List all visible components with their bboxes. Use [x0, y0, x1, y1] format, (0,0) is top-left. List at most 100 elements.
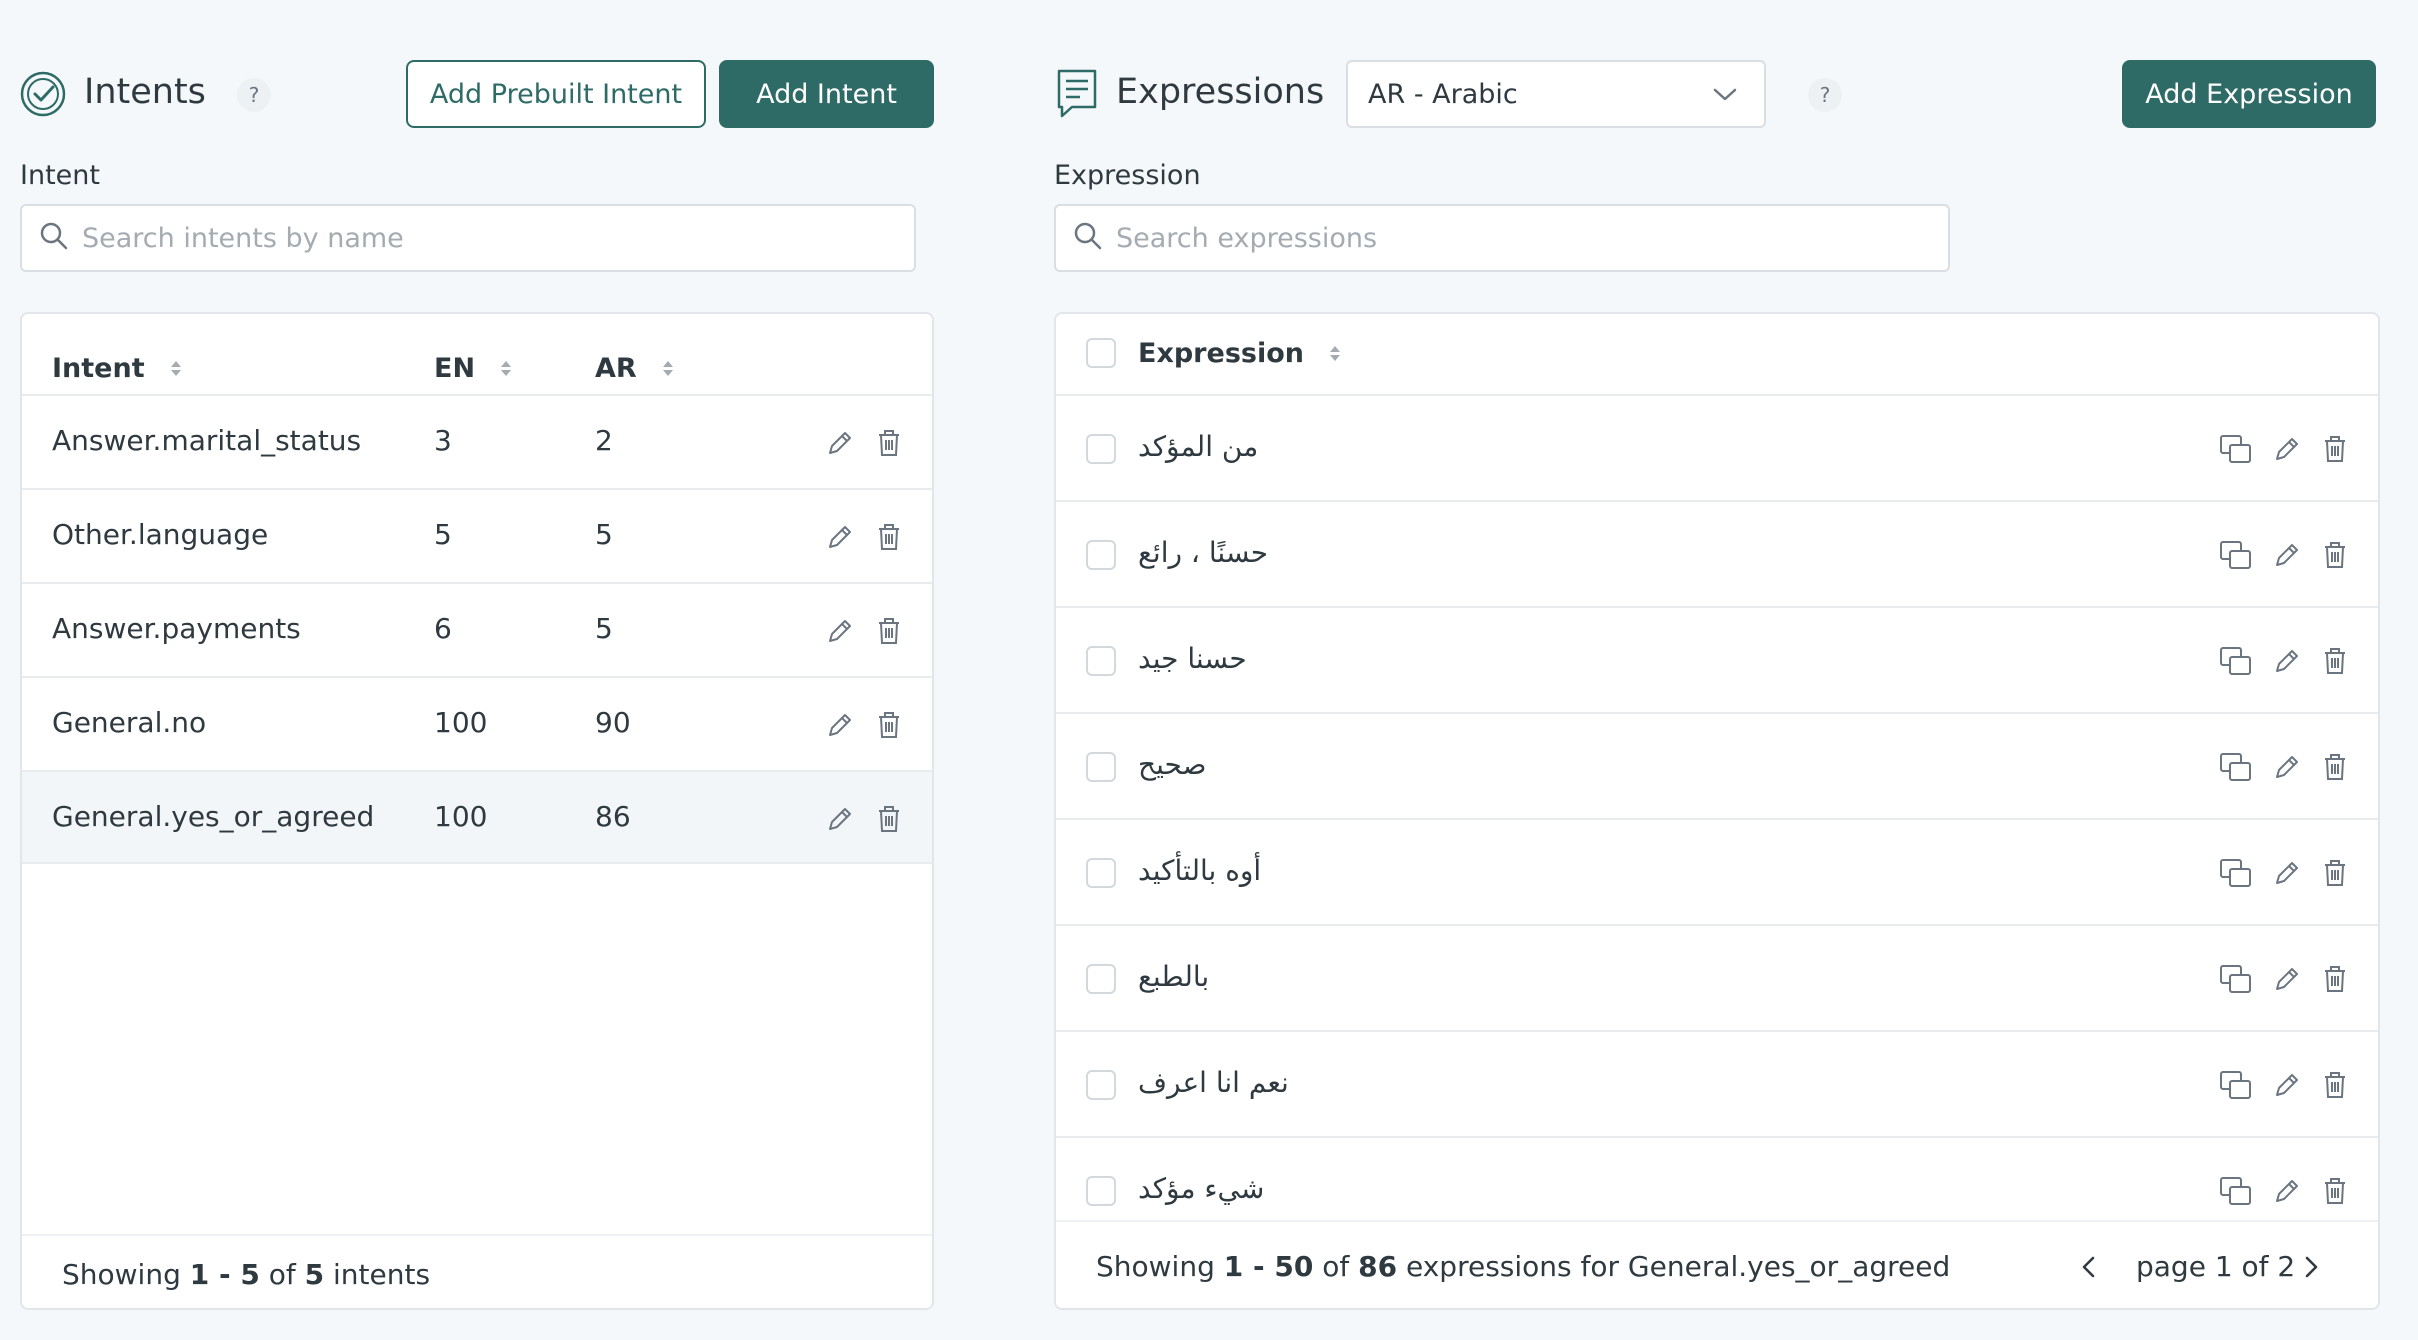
expressions-table: Expression من المؤكد حسنًا ، رائع حسنا ج…	[1054, 312, 2380, 1310]
intent-search-input[interactable]	[82, 222, 914, 254]
edit-icon[interactable]	[2270, 1174, 2304, 1208]
row-checkbox[interactable]	[1086, 540, 1116, 570]
row-checkbox[interactable]	[1086, 646, 1116, 676]
column-header-intent[interactable]: Intent	[52, 338, 181, 398]
table-row[interactable]: حسنًا ، رائع	[1056, 500, 2378, 606]
language-select[interactable]: AR - Arabic	[1346, 60, 1766, 128]
intent-name: Answer.payments	[52, 612, 301, 645]
language-select-value: AR - Arabic	[1368, 78, 1518, 110]
expressions-footer: Showing 1 - 50 of 86 expressions for Gen…	[1056, 1220, 2378, 1308]
row-checkbox[interactable]	[1086, 1070, 1116, 1100]
table-row[interactable]: بالطبع	[1056, 924, 2378, 1030]
row-checkbox[interactable]	[1086, 1176, 1116, 1206]
delete-icon[interactable]	[874, 708, 904, 742]
table-row[interactable]: Answer.payments 6 5	[22, 582, 932, 676]
edit-icon[interactable]	[823, 614, 857, 648]
table-row[interactable]: General.no 100 90	[22, 676, 932, 770]
column-header-ar[interactable]: AR	[595, 338, 673, 398]
copy-icon[interactable]	[2218, 432, 2254, 468]
table-row[interactable]: Answer.marital_status 3 2	[22, 394, 932, 488]
intents-icon	[20, 71, 66, 117]
delete-icon[interactable]	[2320, 644, 2350, 678]
sort-icon	[170, 360, 181, 376]
table-row[interactable]: أوه بالتأكيد	[1056, 818, 2378, 924]
intent-name: Answer.marital_status	[52, 424, 362, 457]
table-row[interactable]: من المؤكد	[1056, 394, 2378, 500]
expression-text: حسنًا ، رائع	[1138, 536, 1269, 569]
copy-icon[interactable]	[2218, 856, 2254, 892]
select-all-checkbox[interactable]	[1086, 338, 1116, 368]
delete-icon[interactable]	[2320, 1068, 2350, 1102]
intent-ar-count: 2	[595, 424, 613, 457]
edit-icon[interactable]	[2270, 432, 2304, 466]
chevron-left-icon[interactable]	[2074, 1252, 2104, 1282]
table-row[interactable]: صحيح	[1056, 712, 2378, 818]
table-row[interactable]: Other.language 5 5	[22, 488, 932, 582]
row-checkbox[interactable]	[1086, 858, 1116, 888]
intent-en-count: 100	[434, 706, 488, 739]
expressions-title: Expressions	[1116, 72, 1325, 112]
table-row-selected[interactable]: General.yes_or_agreed 100 86	[22, 770, 932, 864]
delete-icon[interactable]	[2320, 856, 2350, 890]
expression-text: نعم انا اعرف	[1138, 1066, 1289, 1099]
column-header-en[interactable]: EN	[434, 338, 512, 398]
expressions-help-icon[interactable]: ?	[1808, 78, 1842, 112]
expressions-showing-text: Showing 1 - 50 of 86 expressions for Gen…	[1096, 1250, 1951, 1283]
copy-icon[interactable]	[2218, 538, 2254, 574]
row-checkbox[interactable]	[1086, 964, 1116, 994]
add-prebuilt-intent-button[interactable]: Add Prebuilt Intent	[406, 60, 706, 128]
intent-en-count: 100	[434, 800, 488, 833]
edit-icon[interactable]	[823, 802, 857, 836]
intent-name: General.yes_or_agreed	[52, 800, 375, 833]
copy-icon[interactable]	[2218, 644, 2254, 680]
expression-text: شيء مؤكد	[1138, 1172, 1265, 1205]
add-intent-button[interactable]: Add Intent	[719, 60, 934, 128]
delete-icon[interactable]	[2320, 432, 2350, 466]
add-expression-button[interactable]: Add Expression	[2122, 60, 2376, 128]
delete-icon[interactable]	[2320, 1174, 2350, 1208]
intent-search-box	[20, 204, 916, 272]
intents-help-icon[interactable]: ?	[237, 78, 271, 112]
edit-icon[interactable]	[2270, 1068, 2304, 1102]
delete-icon[interactable]	[874, 614, 904, 648]
intent-ar-count: 86	[595, 800, 631, 833]
expression-text: صحيح	[1138, 748, 1207, 781]
intent-ar-count: 90	[595, 706, 631, 739]
delete-icon[interactable]	[874, 802, 904, 836]
intent-en-count: 5	[434, 518, 452, 551]
row-checkbox[interactable]	[1086, 752, 1116, 782]
intent-en-count: 6	[434, 612, 452, 645]
edit-icon[interactable]	[2270, 644, 2304, 678]
delete-icon[interactable]	[874, 520, 904, 554]
expression-text: من المؤكد	[1138, 430, 1259, 463]
expression-search-input[interactable]	[1116, 222, 1948, 254]
table-row[interactable]: حسنا جيد	[1056, 606, 2378, 712]
intent-name: Other.language	[52, 518, 269, 551]
edit-icon[interactable]	[2270, 856, 2304, 890]
chevron-right-icon[interactable]	[2296, 1252, 2326, 1282]
edit-icon[interactable]	[2270, 750, 2304, 784]
search-icon	[1074, 222, 1102, 254]
delete-icon[interactable]	[2320, 538, 2350, 572]
sort-icon	[1329, 345, 1340, 361]
delete-icon[interactable]	[2320, 750, 2350, 784]
intents-showing-text: Showing 1 - 5 of 5 intents	[62, 1258, 431, 1291]
row-checkbox[interactable]	[1086, 434, 1116, 464]
copy-icon[interactable]	[2218, 750, 2254, 786]
edit-icon[interactable]	[2270, 962, 2304, 996]
copy-icon[interactable]	[2218, 1174, 2254, 1210]
edit-icon[interactable]	[823, 520, 857, 554]
copy-icon[interactable]	[2218, 962, 2254, 998]
delete-icon[interactable]	[874, 426, 904, 460]
edit-icon[interactable]	[2270, 538, 2304, 572]
expression-text: أوه بالتأكيد	[1138, 854, 1262, 887]
pagination-text: page 1 of 2	[2136, 1250, 2296, 1283]
column-header-expression[interactable]: Expression	[1138, 323, 1340, 383]
delete-icon[interactable]	[2320, 962, 2350, 996]
edit-icon[interactable]	[823, 708, 857, 742]
sort-icon	[501, 360, 512, 376]
edit-icon[interactable]	[823, 426, 857, 460]
expression-search-box	[1054, 204, 1950, 272]
table-row[interactable]: نعم انا اعرف	[1056, 1030, 2378, 1136]
copy-icon[interactable]	[2218, 1068, 2254, 1104]
